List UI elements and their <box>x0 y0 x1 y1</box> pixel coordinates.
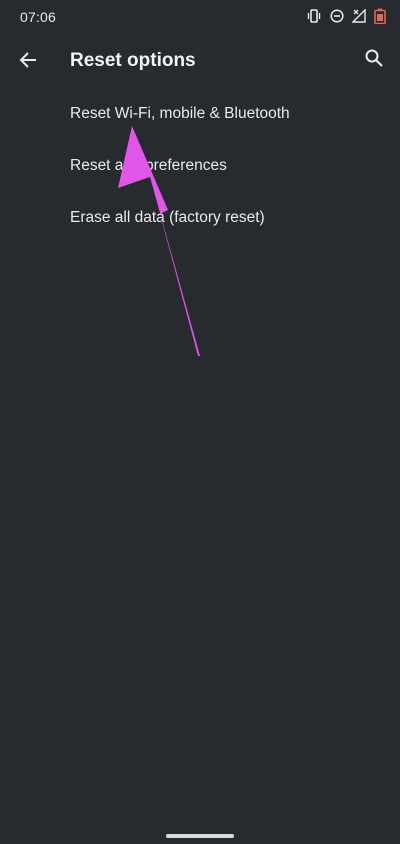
reset-options-list: Reset Wi-Fi, mobile & Bluetooth Reset ap… <box>0 88 400 244</box>
option-label: Reset Wi-Fi, mobile & Bluetooth <box>70 105 290 122</box>
back-button[interactable] <box>14 48 42 76</box>
app-bar: Reset options <box>0 34 400 90</box>
option-label: Erase all data (factory reset) <box>70 209 265 226</box>
battery-low-icon <box>374 8 386 24</box>
arrow-back-icon <box>18 50 38 75</box>
page-title: Reset options <box>70 50 196 71</box>
status-icons <box>306 8 386 24</box>
option-reset-wifi-mobile-bluetooth[interactable]: Reset Wi-Fi, mobile & Bluetooth <box>0 88 400 140</box>
search-button[interactable] <box>360 46 388 74</box>
option-label: Reset app preferences <box>70 157 227 174</box>
status-time: 07:06 <box>20 9 57 25</box>
vibrate-icon <box>306 9 322 23</box>
option-reset-app-preferences[interactable]: Reset app preferences <box>0 140 400 192</box>
option-erase-all-data[interactable]: Erase all data (factory reset) <box>0 192 400 244</box>
no-signal-icon <box>352 9 366 23</box>
status-bar: 07:06 <box>0 0 400 34</box>
search-icon <box>364 48 384 73</box>
do-not-disturb-icon <box>330 9 344 23</box>
gesture-navigation-bar[interactable] <box>166 834 234 838</box>
